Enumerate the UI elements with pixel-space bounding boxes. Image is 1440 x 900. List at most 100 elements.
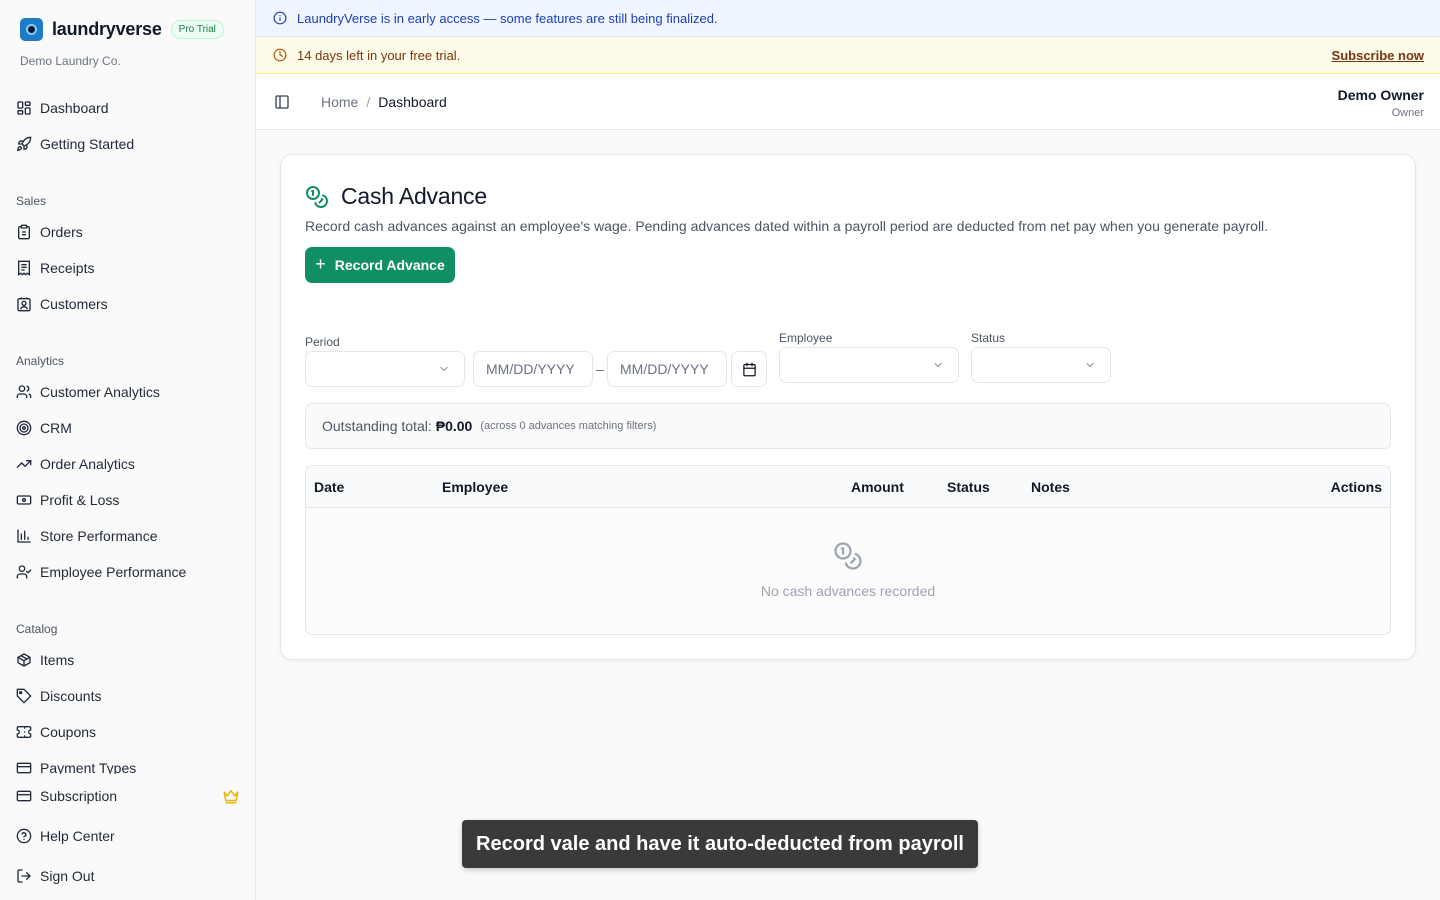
credit-card-icon — [16, 762, 32, 774]
sidebar-item-payment-types[interactable]: Payment Types — [16, 758, 136, 774]
ticket-icon — [16, 726, 32, 738]
sidebar-item-subscription[interactable]: Subscription — [16, 784, 117, 808]
chevron-down-icon — [440, 366, 448, 372]
log-out-icon — [17, 869, 31, 883]
card-header: Cash Advance — [305, 183, 487, 210]
sidebar-item-label: Customer Analytics — [40, 384, 160, 400]
users-icon — [16, 385, 32, 398]
sidebar-item-store-performance[interactable]: Store Performance — [16, 524, 158, 548]
sidebar-toggle-icon[interactable] — [274, 94, 290, 110]
sidebar-item-profit-loss[interactable]: Profit & Loss — [16, 488, 119, 512]
chevron-down-icon — [1086, 362, 1094, 368]
trial-banner: 14 days left in your free trial. Subscri… — [256, 37, 1440, 74]
sidebar-item-label: Subscription — [40, 788, 118, 804]
sidebar-item-label: Getting Started — [40, 136, 135, 152]
chevron-down-icon — [934, 362, 942, 368]
subscribe-now-link[interactable]: Subscribe now — [1332, 48, 1424, 63]
section-title-catalog: Catalog — [16, 622, 58, 636]
sidebar-item-receipts[interactable]: Receipts — [16, 256, 94, 280]
sidebar-item-label: Profit & Loss — [40, 492, 120, 508]
rocket-icon — [16, 136, 32, 152]
sidebar-item-label: Items — [40, 652, 75, 668]
banknote-icon — [16, 495, 32, 505]
plus-icon: + — [315, 253, 326, 274]
caption-toast: Record vale and have it auto-deducted fr… — [462, 820, 978, 868]
sidebar-item-crm[interactable]: CRM — [16, 416, 72, 440]
sidebar-item-label: Receipts — [40, 260, 95, 276]
outstanding-amount: ₱0.00 — [435, 418, 473, 434]
sidebar-item-customer-analytics[interactable]: Customer Analytics — [16, 380, 160, 404]
sidebar-item-label: Employee Performance — [40, 564, 187, 580]
sidebar-item-order-analytics[interactable]: Order Analytics — [16, 452, 135, 476]
outstanding-summary: Outstanding total: ₱0.00 (across 0 advan… — [305, 403, 1391, 449]
clipboard-icon — [18, 224, 30, 240]
status-select[interactable] — [971, 347, 1111, 383]
user-check-icon — [16, 565, 32, 579]
sidebar-scroll-clip: Payment Types — [0, 758, 255, 774]
sidebar-item-label: Discounts — [40, 688, 102, 704]
period-select[interactable] — [305, 351, 465, 387]
page-title: Cash Advance — [341, 183, 487, 209]
sidebar-item-employee-performance[interactable]: Employee Performance — [16, 560, 186, 584]
sidebar-item-label: Dashboard — [40, 100, 109, 116]
section-title-sales: Sales — [16, 194, 47, 208]
breadcrumb-home[interactable]: Home — [321, 94, 358, 110]
clock-icon — [273, 48, 287, 62]
page-description: Record cash advances against an employee… — [305, 218, 1269, 234]
credit-card-icon — [16, 790, 32, 802]
sidebar-item-customers[interactable]: Customers — [16, 292, 108, 316]
sidebar: laundryverse Pro Trial Demo Laundry Co. … — [0, 0, 256, 900]
breadcrumb-current: Dashboard — [378, 94, 447, 110]
sidebar-item-label: Store Performance — [40, 528, 158, 544]
employee-select[interactable] — [779, 347, 959, 383]
empty-state-text: No cash advances recorded — [760, 583, 936, 599]
brand-name: laundryverse — [52, 19, 162, 39]
sidebar-item-label: Payment Types — [40, 760, 137, 774]
sidebar-item-sign-out[interactable]: Sign Out — [16, 864, 94, 888]
sidebar-item-dashboard[interactable]: Dashboard — [16, 96, 109, 120]
bar-chart-icon — [17, 529, 31, 543]
sidebar-item-coupons[interactable]: Coupons — [16, 720, 96, 744]
package-icon — [17, 653, 31, 667]
cash-advance-card: Cash Advance Record cash advances agains… — [280, 154, 1416, 660]
date-to-input[interactable]: MM/DD/YYYY — [607, 351, 727, 387]
user-role: Owner — [1391, 107, 1424, 119]
help-circle-icon — [16, 828, 32, 844]
sidebar-item-label: Help Center — [40, 828, 115, 844]
dashboard-icon — [17, 101, 31, 115]
sidebar-item-discounts[interactable]: Discounts — [16, 684, 101, 708]
tag-icon — [16, 688, 32, 704]
record-advance-label: Record Advance — [334, 257, 445, 273]
date-range-separator: – — [596, 361, 604, 377]
plan-badge: Pro Trial — [170, 20, 224, 39]
column-notes: Notes — [1031, 479, 1070, 495]
record-advance-button[interactable]: + Record Advance — [305, 247, 455, 283]
info-icon — [273, 11, 287, 25]
brand-logo-icon — [20, 18, 43, 41]
trial-text: 14 days left in your free trial. — [297, 47, 461, 63]
sidebar-item-label: Customers — [40, 296, 108, 312]
calendar-button[interactable] — [731, 351, 767, 387]
column-actions: Actions — [1330, 479, 1382, 495]
date-from-input[interactable]: MM/DD/YYYY — [473, 351, 593, 387]
early-access-banner: LaundryVerse is in early access — some f… — [256, 0, 1440, 37]
column-date: Date — [314, 479, 345, 495]
trending-up-icon — [16, 460, 32, 468]
section-title-analytics: Analytics — [16, 354, 65, 368]
column-status: Status — [947, 479, 990, 495]
cash-advance-table: Date Employee Amount Status Notes Action… — [305, 465, 1391, 635]
sidebar-item-label: CRM — [40, 420, 72, 436]
sidebar-item-help-center[interactable]: Help Center — [16, 824, 115, 848]
sidebar-item-label: Orders — [40, 224, 83, 240]
sidebar-item-getting-started[interactable]: Getting Started — [16, 132, 134, 156]
contact-icon — [17, 297, 31, 312]
coins-icon — [306, 185, 328, 208]
status-label: Status — [971, 331, 1006, 345]
sidebar-item-items[interactable]: Items — [16, 648, 74, 672]
user-menu[interactable]: Demo Owner Owner — [1338, 87, 1424, 119]
sidebar-item-orders[interactable]: Orders — [16, 220, 83, 244]
calendar-icon — [742, 362, 756, 376]
column-amount: Amount — [851, 479, 904, 495]
period-label: Period — [305, 335, 340, 349]
brand[interactable]: laundryverse Pro Trial — [20, 18, 224, 41]
